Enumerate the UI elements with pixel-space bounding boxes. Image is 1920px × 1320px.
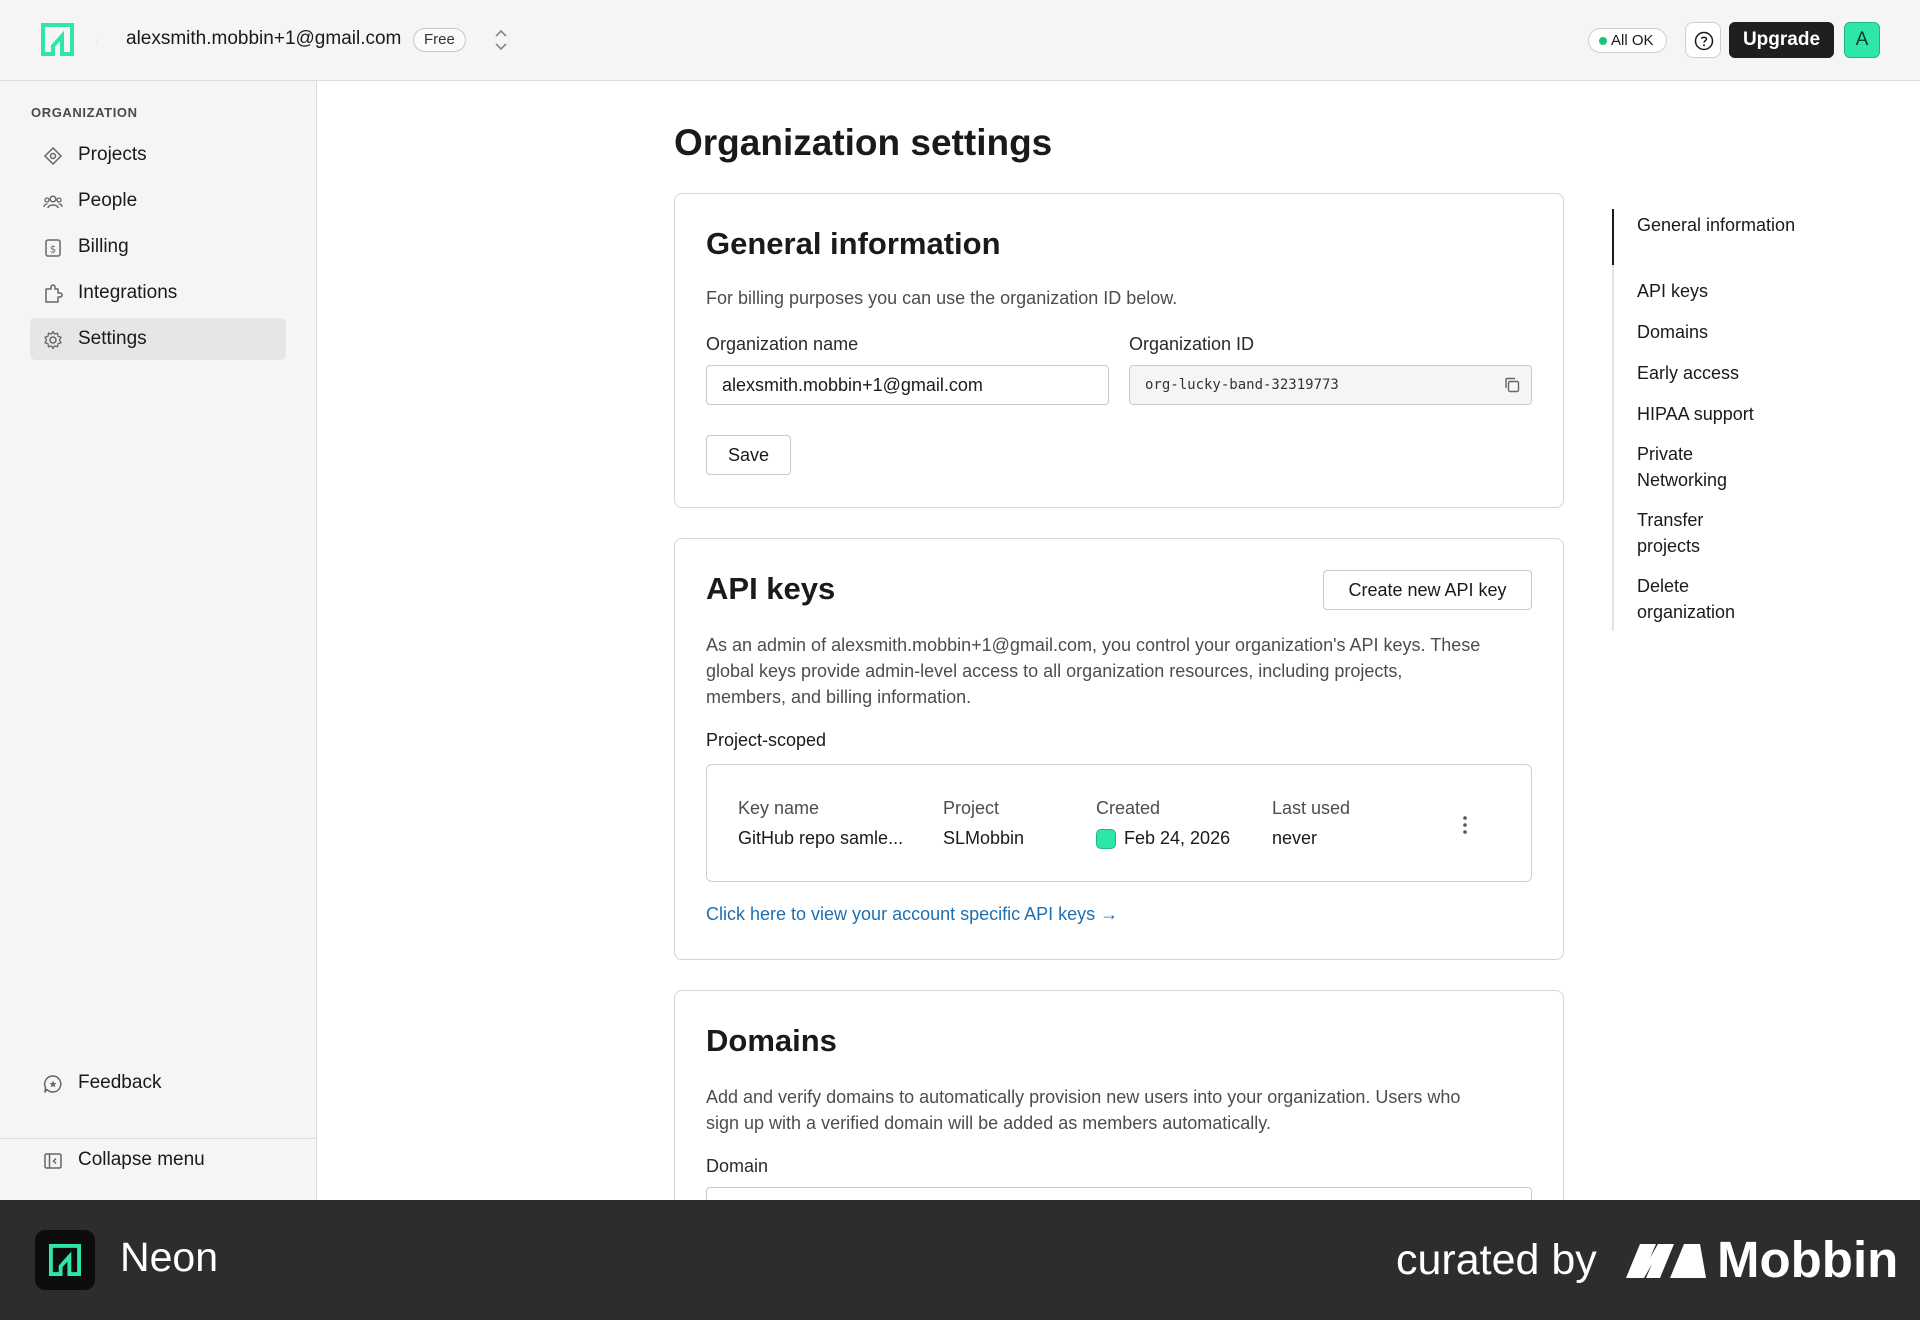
svg-text:$: $ xyxy=(50,245,56,256)
domain-label: Domain xyxy=(706,1156,769,1176)
sidebar-item-label: Projects xyxy=(78,144,147,165)
save-button[interactable]: Save xyxy=(706,435,791,475)
feedback-icon xyxy=(43,1075,62,1093)
mobbin-logo-icon xyxy=(1626,1244,1706,1278)
footer-banner: Neon curated by Mobbin xyxy=(0,1200,1920,1320)
org-id-value: org-lucky-band-32319773 xyxy=(1145,377,1339,393)
billing-icon: $ xyxy=(45,239,61,257)
curated-by-text: curated by xyxy=(1396,1236,1597,1284)
column-header-created: Created xyxy=(1096,798,1161,818)
people-icon xyxy=(43,195,63,209)
help-button[interactable] xyxy=(1685,22,1721,58)
org-switcher-icon[interactable] xyxy=(492,27,510,53)
column-header-project: Project xyxy=(943,798,1000,818)
toc-active-indicator xyxy=(1612,209,1614,265)
org-id-field[interactable]: org-lucky-band-32319773 xyxy=(1129,365,1532,405)
more-options-icon[interactable] xyxy=(1461,815,1469,835)
toc-item-api-keys[interactable]: API keys xyxy=(1637,278,1807,304)
account-api-keys-link[interactable]: Click here to view your account specific… xyxy=(706,904,1118,925)
feedback-button[interactable]: Feedback xyxy=(30,1062,286,1104)
status-badge[interactable]: All OK xyxy=(1588,28,1667,53)
org-name[interactable]: alexsmith.mobbin+1@gmail.com xyxy=(126,28,401,50)
projects-icon xyxy=(43,146,63,166)
column-header-key-name: Key name xyxy=(738,798,820,818)
api-keys-title: API keys xyxy=(706,571,836,606)
org-id-label: Organization ID xyxy=(1129,334,1255,354)
general-information-description: For billing purposes you can use the org… xyxy=(706,288,1178,308)
sidebar: ORGANIZATION Projects People $ Billing I… xyxy=(0,81,317,1200)
status-dot-icon xyxy=(1599,37,1607,45)
toc-item-transfer-projects[interactable]: Transfer projects xyxy=(1637,507,1757,559)
upgrade-button[interactable]: Upgrade xyxy=(1729,22,1834,58)
domains-title: Domains xyxy=(706,1023,837,1058)
toc-item-delete-organization[interactable]: Delete organization xyxy=(1637,573,1757,625)
sidebar-item-settings[interactable]: Settings xyxy=(30,318,286,360)
neon-app-icon xyxy=(35,1230,95,1290)
status-text: All OK xyxy=(1611,32,1654,49)
project-scoped-heading: Project-scoped xyxy=(706,730,827,750)
column-header-last-used: Last used xyxy=(1272,798,1351,818)
help-icon xyxy=(1694,31,1714,51)
sidebar-heading: ORGANIZATION xyxy=(31,105,138,120)
settings-toc: General information API keys Domains Ear… xyxy=(1612,209,1812,631)
sidebar-item-label: People xyxy=(78,190,138,211)
api-keys-table: Key name Project Created Last used GitHu… xyxy=(706,764,1532,882)
created-value: Feb 24, 2026 xyxy=(1124,828,1231,848)
copy-icon[interactable] xyxy=(1503,376,1521,394)
collapse-menu-button[interactable]: Collapse menu xyxy=(30,1139,286,1181)
toc-item-early-access[interactable]: Early access xyxy=(1637,360,1807,386)
toc-item-private-networking[interactable]: Private Networking xyxy=(1637,441,1757,493)
domains-description-line2: sign up with a verified domain will be a… xyxy=(706,1113,1271,1133)
general-information-card: General information For billing purposes… xyxy=(674,193,1564,508)
breadcrumb-separator xyxy=(96,38,98,46)
collapse-menu-label: Collapse menu xyxy=(78,1149,205,1170)
create-api-key-button[interactable]: Create new API key xyxy=(1323,570,1532,610)
api-keys-card: API keys Create new API key As an admin … xyxy=(674,538,1564,960)
sidebar-item-label: Settings xyxy=(78,328,147,349)
mobbin-brand: Mobbin xyxy=(1717,1231,1899,1288)
feedback-label: Feedback xyxy=(78,1072,162,1093)
gear-icon xyxy=(44,330,62,350)
domains-card: Domains Add and verify domains to automa… xyxy=(674,990,1564,1230)
api-keys-description-line2: global keys provide admin-level access t… xyxy=(706,661,1403,681)
sidebar-item-label: Billing xyxy=(78,236,129,257)
api-keys-description-line1: As an admin of alexsmith.mobbin+1@gmail.… xyxy=(706,635,1481,655)
avatar[interactable]: A xyxy=(1844,22,1880,58)
general-information-title: General information xyxy=(706,226,1001,261)
domains-description-line1: Add and verify domains to automatically … xyxy=(706,1087,1461,1107)
collapse-sidebar-icon xyxy=(44,1153,62,1169)
sidebar-item-billing[interactable]: $ Billing xyxy=(30,226,286,268)
toc-item-hipaa-support[interactable]: HIPAA support xyxy=(1637,401,1807,427)
project-color-icon xyxy=(1096,829,1116,849)
last-used-value: never xyxy=(1272,828,1318,848)
app-name: Neon xyxy=(120,1234,219,1280)
neon-logo-icon xyxy=(48,1243,82,1277)
integrations-icon xyxy=(45,284,63,303)
key-name-value: GitHub repo samle... xyxy=(738,828,904,848)
api-keys-description-line3: members, and billing information. xyxy=(706,687,972,707)
org-name-label: Organization name xyxy=(706,334,859,354)
sidebar-item-integrations[interactable]: Integrations xyxy=(30,272,286,314)
page-title: Organization settings xyxy=(674,122,1053,163)
top-bar: alexsmith.mobbin+1@gmail.com Free All OK… xyxy=(0,0,1920,81)
toc-item-domains[interactable]: Domains xyxy=(1637,319,1807,345)
toc-item-general-information[interactable]: General information xyxy=(1637,212,1807,238)
sidebar-item-projects[interactable]: Projects xyxy=(30,134,286,176)
neon-logo-icon[interactable] xyxy=(40,22,75,57)
plan-badge: Free xyxy=(413,28,466,52)
sidebar-item-label: Integrations xyxy=(78,282,178,303)
project-value: SLMobbin xyxy=(943,828,1025,848)
org-name-field[interactable]: alexsmith.mobbin+1@gmail.com xyxy=(706,365,1109,405)
sidebar-item-people[interactable]: People xyxy=(30,180,286,222)
